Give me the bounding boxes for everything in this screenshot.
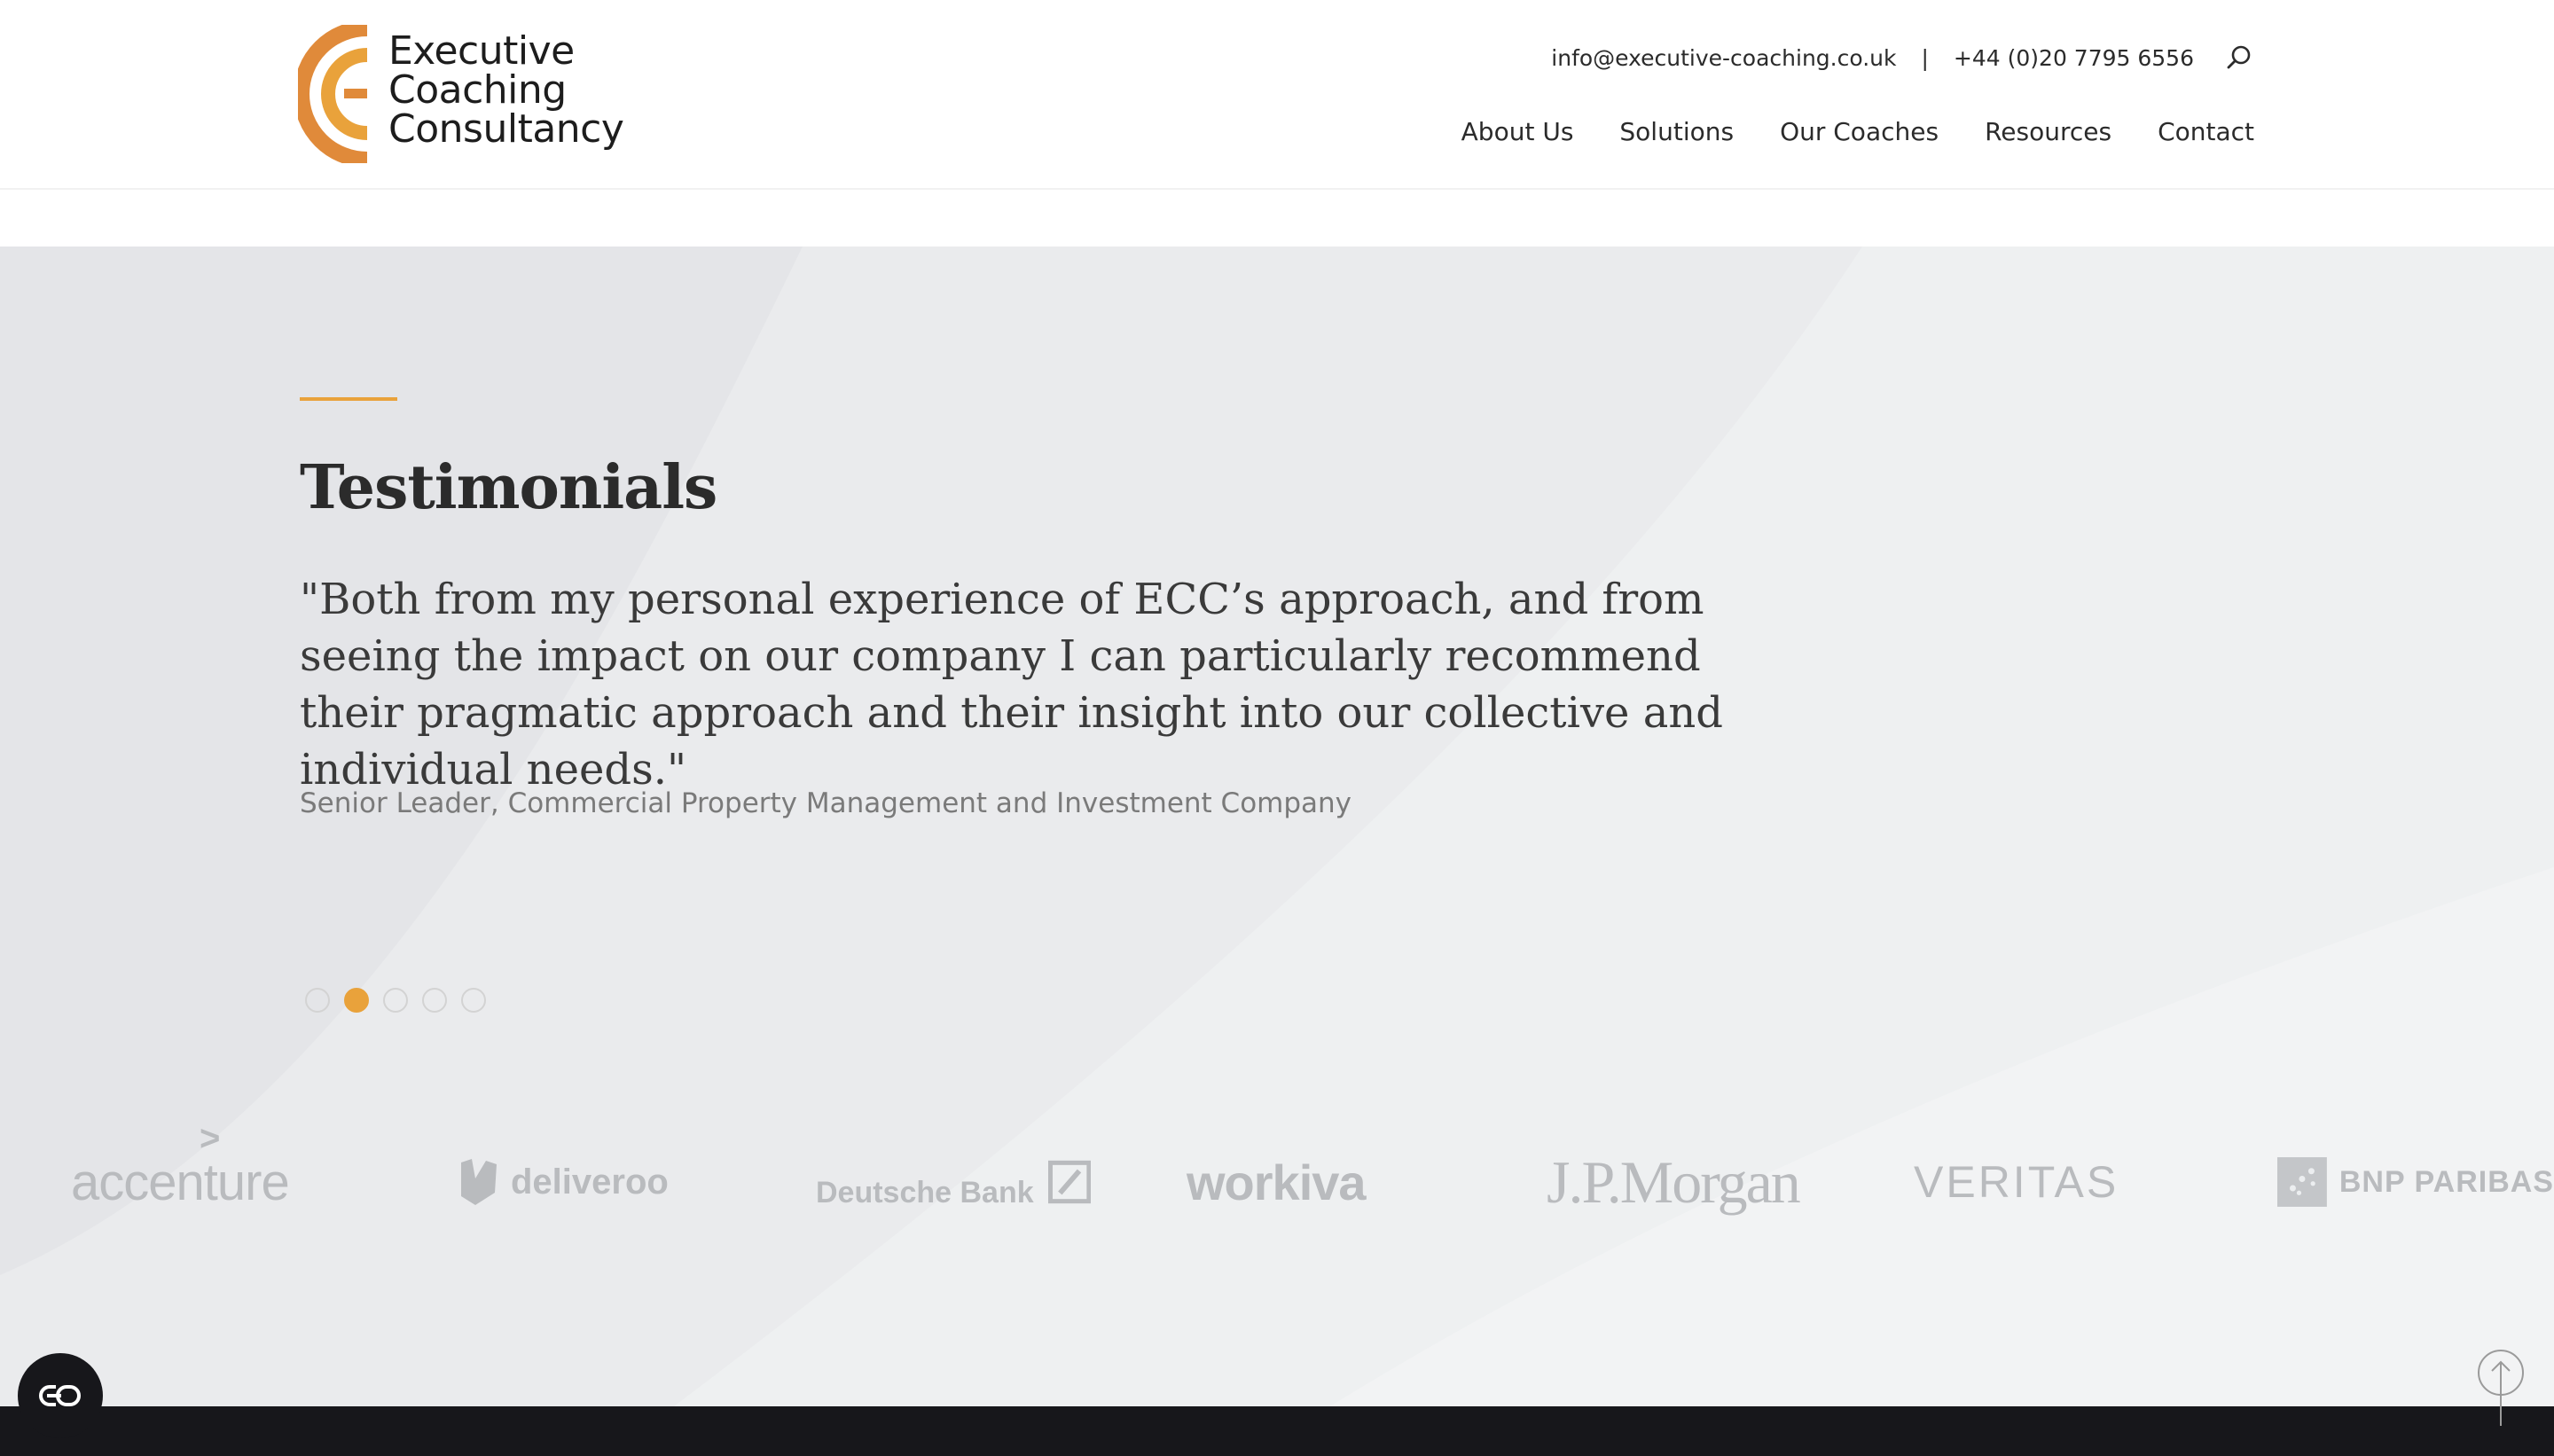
brand-logo[interactable]: Executive Coaching Consultancy	[298, 25, 624, 163]
brand-line-3: Consultancy	[388, 106, 624, 152]
deliveroo-wordmark: deliveroo	[511, 1162, 669, 1202]
client-logo-veritas: VERITAS	[1914, 1124, 2116, 1240]
testimonial-author: Senior Leader, Commercial Property Manag…	[300, 787, 1352, 819]
site-header: Executive Coaching Consultancy info@exec…	[0, 0, 2554, 190]
nav-solutions[interactable]: Solutions	[1619, 117, 1734, 146]
deliveroo-kangaroo-icon	[461, 1159, 497, 1205]
email-link[interactable]: info@executive-coaching.co.uk	[1551, 45, 1896, 71]
client-logo-jpmorgan: J.P.Morgan	[1547, 1124, 1830, 1240]
nav-our-coaches[interactable]: Our Coaches	[1780, 117, 1939, 146]
client-logo-deliveroo: deliveroo	[454, 1124, 676, 1240]
brand-wordmark: Executive Coaching Consultancy	[388, 28, 624, 152]
slider-pagination	[305, 988, 500, 1013]
client-logo-workiva: workiva	[1187, 1124, 1391, 1240]
section-accent-line	[300, 397, 397, 401]
nav-contact[interactable]: Contact	[2158, 117, 2254, 146]
veritas-wordmark: VERITAS	[1914, 1157, 2119, 1207]
main-nav: About Us Solutions Our Coaches Resources…	[1415, 117, 2254, 146]
deutsche-bank-slash-icon	[1047, 1160, 1091, 1204]
bnp-paribas-stars-icon	[2277, 1157, 2327, 1207]
section-title: Testimonials	[300, 452, 717, 523]
nav-resources[interactable]: Resources	[1985, 117, 2111, 146]
search-icon[interactable]	[2226, 44, 2252, 71]
contact-bar: info@executive-coaching.co.uk | +44 (0)2…	[1551, 44, 2252, 71]
deutsche-bank-wordmark: Deutsche Bank	[816, 1175, 1034, 1209]
client-logo-accenture: > accenture	[71, 1118, 290, 1211]
phone-link[interactable]: +44 (0)20 7795 6556	[1954, 45, 2194, 71]
testimonials-section: Testimonials "Both from my personal expe…	[0, 247, 2554, 1406]
client-logos: > accenture deliveroo Deutsche Bank work…	[0, 1118, 2554, 1240]
site-footer	[0, 1406, 2554, 1456]
slider-dot-1[interactable]	[305, 988, 330, 1013]
testimonial-quote: "Both from my personal experience of ECC…	[300, 575, 1723, 795]
ecc-logo-icon	[298, 25, 368, 163]
nav-about-us[interactable]: About Us	[1461, 117, 1574, 146]
slider-dot-4[interactable]	[422, 988, 447, 1013]
slider-dot-2[interactable]	[344, 988, 369, 1013]
contact-separator: |	[1921, 44, 1929, 71]
brand-line-2: Coaching	[388, 67, 567, 113]
jpmorgan-wordmark: J.P.Morgan	[1547, 1147, 1801, 1216]
workiva-wordmark: workiva	[1187, 1154, 1367, 1210]
client-logo-bnp-paribas: BNP PARIBAS	[2277, 1124, 2554, 1240]
client-logo-deutsche-bank: Deutsche Bank	[816, 1124, 1091, 1240]
slider-dot-5[interactable]	[461, 988, 486, 1013]
bnp-paribas-wordmark: BNP PARIBAS	[2339, 1164, 2554, 1199]
accenture-wordmark: accenture	[71, 1153, 290, 1211]
slider-dot-3[interactable]	[383, 988, 408, 1013]
arrow-up-icon[interactable]	[2476, 1348, 2526, 1428]
accessibility-toggle-icon[interactable]	[18, 1353, 103, 1438]
brand-line-1: Executive	[388, 28, 575, 74]
